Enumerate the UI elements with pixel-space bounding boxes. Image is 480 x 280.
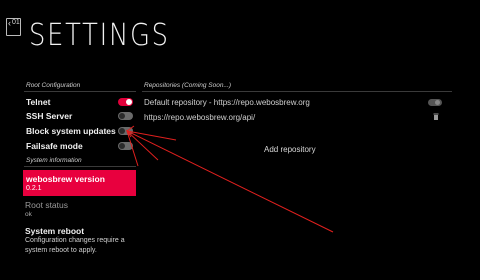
arrow-line-long bbox=[126, 130, 334, 233]
arrow-line-short bbox=[126, 130, 177, 141]
annotation-arrows bbox=[125, 125, 334, 233]
